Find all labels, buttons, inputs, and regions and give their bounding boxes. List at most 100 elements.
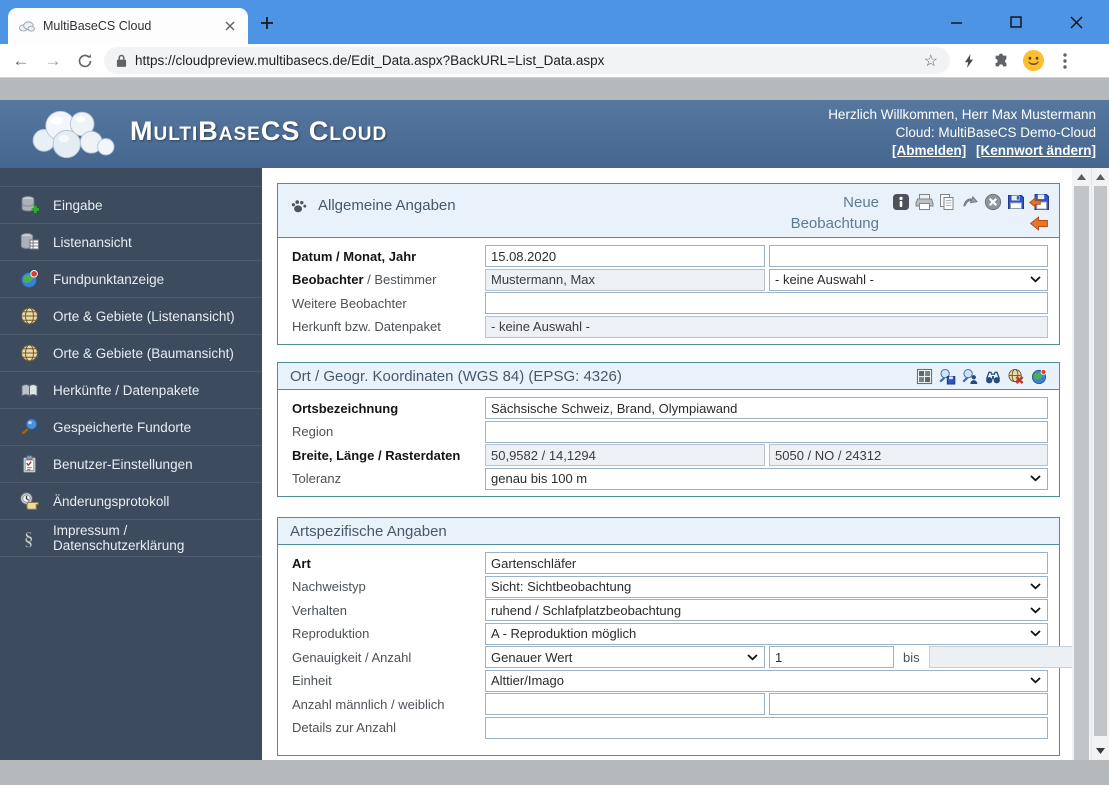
nachweistyp-select[interactable]: Sicht: Sichtbeobachtung bbox=[485, 576, 1048, 598]
info-icon[interactable] bbox=[891, 193, 911, 211]
field-label: Toleranz bbox=[292, 471, 485, 486]
field-label: Anzahl männlich / weiblich bbox=[292, 697, 485, 712]
new-tab-icon[interactable] bbox=[258, 14, 276, 32]
scroll-up-icon[interactable] bbox=[1072, 168, 1091, 185]
ortsbezeichnung-input[interactable] bbox=[485, 397, 1048, 419]
sidebar-item-herkuenfte[interactable]: Herkünfte / Datenpakete bbox=[0, 372, 262, 409]
close-icon[interactable] bbox=[1061, 7, 1091, 37]
sidebar-item-eingabe[interactable]: Eingabe bbox=[0, 187, 262, 224]
scrollbar-thumb[interactable] bbox=[1074, 186, 1089, 760]
maximize-icon[interactable] bbox=[1001, 7, 1031, 37]
back-icon[interactable]: ← bbox=[8, 48, 34, 74]
section-allgemeine-angaben: Allgemeine Angaben Neue bbox=[277, 183, 1060, 345]
field-label: Art bbox=[292, 556, 485, 571]
save-icon[interactable] bbox=[1006, 193, 1026, 211]
sidebar-item-label: Gespeicherte Fundorte bbox=[53, 420, 191, 435]
sidebar-item-impressum[interactable]: § Impressum / Datenschutzerklärung bbox=[0, 520, 262, 557]
datum-input[interactable] bbox=[485, 245, 765, 267]
sidebar-item-label: Änderungsprotokoll bbox=[53, 494, 169, 509]
details-anzahl-input[interactable] bbox=[485, 717, 1048, 739]
breite-laenge-input[interactable] bbox=[485, 444, 765, 466]
beobachter-input[interactable] bbox=[485, 269, 765, 291]
copy-icon[interactable] bbox=[937, 193, 957, 211]
anzahl-weiblich-input[interactable] bbox=[769, 693, 1048, 715]
print-icon[interactable] bbox=[914, 193, 934, 211]
sidebar-item-gespeicherte-fundorte[interactable]: Gespeicherte Fundorte bbox=[0, 409, 262, 446]
form-row-toleranz: Toleranz genau bis 100 m bbox=[292, 468, 1048, 490]
cancel-icon[interactable] bbox=[983, 193, 1003, 211]
scroll-down-icon[interactable] bbox=[1092, 743, 1109, 759]
action-text-line1: Neue bbox=[791, 194, 879, 211]
globe-marker-icon[interactable] bbox=[1029, 367, 1049, 385]
sidebar-item-listenansicht[interactable]: Listenansicht bbox=[0, 224, 262, 261]
sidebar-item-label: Herkünfte / Datenpakete bbox=[53, 383, 199, 398]
globe-wire-icon bbox=[18, 343, 40, 364]
sidebar-item-label: Impressum / Datenschutzerklärung bbox=[53, 523, 262, 553]
toleranz-select[interactable]: genau bis 100 m bbox=[485, 468, 1048, 490]
sidebar-item-fundpunktanzeige[interactable]: Fundpunktanzeige bbox=[0, 261, 262, 298]
minimize-icon[interactable] bbox=[941, 7, 971, 37]
field-label: Nachweistyp bbox=[292, 579, 485, 594]
weitere-beobachter-input[interactable] bbox=[485, 292, 1048, 314]
art-input[interactable] bbox=[485, 552, 1048, 574]
chevron-down-icon bbox=[1030, 607, 1041, 614]
bolt-extension-icon[interactable] bbox=[956, 48, 982, 74]
reload-icon[interactable] bbox=[72, 48, 98, 74]
back-arrow-icon[interactable] bbox=[1029, 214, 1049, 232]
content-scrollbar[interactable] bbox=[1072, 168, 1091, 760]
chevron-down-icon bbox=[1030, 475, 1041, 482]
forward-icon[interactable]: → bbox=[40, 48, 66, 74]
logout-link[interactable]: [Abmelden] bbox=[892, 143, 966, 158]
herkunft-input[interactable] bbox=[485, 316, 1048, 338]
tab-close-icon[interactable] bbox=[222, 18, 238, 34]
sidebar-item-orte-baumansicht[interactable]: Orte & Gebiete (Baumansicht) bbox=[0, 335, 262, 372]
menu-dots-icon[interactable] bbox=[1052, 48, 1078, 74]
browser-tab[interactable]: MultiBaseCS Cloud bbox=[8, 8, 248, 44]
section-header: Ort / Geogr. Koordinaten (WGS 84) (EPSG:… bbox=[278, 363, 1059, 390]
scrollbar-thumb[interactable] bbox=[1094, 186, 1107, 736]
anzahl-von-input[interactable] bbox=[769, 646, 894, 668]
bestimmer-select[interactable]: - keine Auswahl - bbox=[769, 269, 1048, 291]
save-close-icon[interactable] bbox=[1029, 193, 1049, 211]
globe-remove-icon[interactable] bbox=[1006, 367, 1026, 385]
field-label: Beobachter / Bestimmer bbox=[292, 272, 485, 287]
section-header: Artspezifische Angaben bbox=[278, 518, 1059, 545]
sidebar-item-aenderungsprotokoll[interactable]: Änderungsprotokoll bbox=[0, 483, 262, 520]
globe-pin-icon bbox=[18, 269, 40, 290]
form-row-art: Art bbox=[292, 552, 1048, 574]
puzzle-extensions-icon[interactable] bbox=[988, 48, 1014, 74]
cloud-favicon bbox=[18, 20, 35, 32]
cloud-name-text: Cloud: MultiBaseCS Demo-Cloud bbox=[828, 124, 1096, 142]
profile-avatar[interactable] bbox=[1020, 48, 1046, 74]
app-brand-title: MultiBaseCS Cloud bbox=[130, 116, 387, 147]
undo-icon[interactable] bbox=[960, 193, 980, 211]
search-person-icon[interactable] bbox=[960, 367, 980, 385]
clipboard-icon bbox=[18, 454, 40, 475]
grid-window-icon[interactable] bbox=[914, 367, 934, 385]
field-label: Breite, Länge / Rasterdaten bbox=[292, 448, 485, 463]
page-scrollbar[interactable] bbox=[1091, 168, 1109, 760]
monat-jahr-input[interactable] bbox=[769, 245, 1048, 267]
address-bar[interactable]: https://cloudpreview.multibasecs.de/Edit… bbox=[104, 47, 950, 74]
lock-icon[interactable] bbox=[116, 53, 127, 68]
field-label: Herkunft bzw. Datenpaket bbox=[292, 319, 485, 334]
anzahl-maennlich-input[interactable] bbox=[485, 693, 765, 715]
sidebar-item-label: Eingabe bbox=[53, 198, 103, 213]
url-text[interactable]: https://cloudpreview.multibasecs.de/Edit… bbox=[135, 53, 916, 68]
einheit-select[interactable]: Alttier/Imago bbox=[485, 670, 1048, 692]
bookmark-star-icon[interactable]: ☆ bbox=[924, 51, 938, 71]
reproduktion-select[interactable]: A - Reproduktion möglich bbox=[485, 623, 1048, 645]
sidebar: Eingabe Listenansicht Fundpunktanzeige O… bbox=[0, 168, 262, 760]
genauigkeit-select[interactable]: Genauer Wert bbox=[485, 646, 765, 668]
binoculars-icon[interactable] bbox=[983, 367, 1003, 385]
sidebar-item-benutzer-einstellungen[interactable]: Benutzer-Einstellungen bbox=[0, 446, 262, 483]
form-row-verhalten: Verhalten ruhend / Schlafplatzbeobachtun… bbox=[292, 599, 1048, 621]
form-row-region: Region bbox=[292, 421, 1048, 443]
scroll-up-icon[interactable] bbox=[1092, 168, 1109, 185]
rasterdaten-input[interactable] bbox=[769, 444, 1048, 466]
search-save-icon[interactable] bbox=[937, 367, 957, 385]
change-password-link[interactable]: [Kennwort ändern] bbox=[976, 143, 1096, 158]
verhalten-select[interactable]: ruhend / Schlafplatzbeobachtung bbox=[485, 599, 1048, 621]
sidebar-item-orte-listenansicht[interactable]: Orte & Gebiete (Listenansicht) bbox=[0, 298, 262, 335]
region-input[interactable] bbox=[485, 421, 1048, 443]
